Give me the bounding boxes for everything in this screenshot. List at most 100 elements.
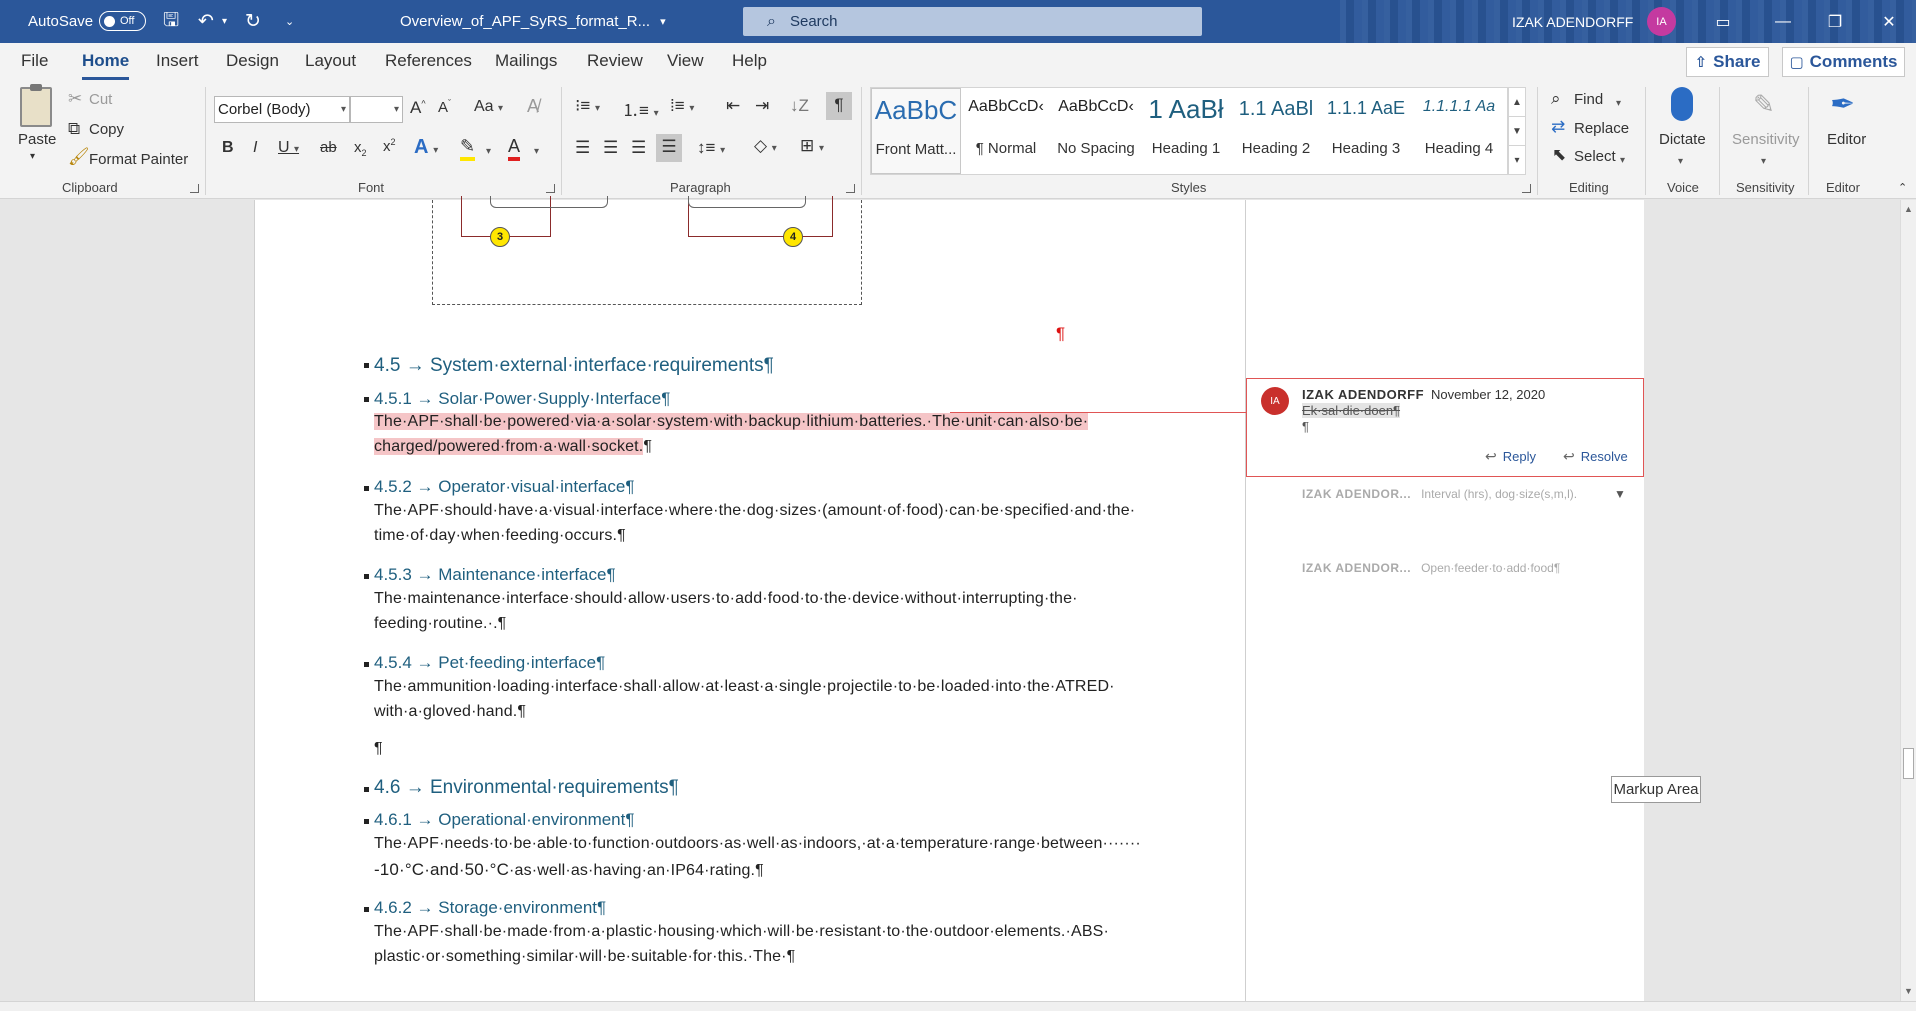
heading-4-6-1[interactable]: 4.6.1 → Operational·environment¶ bbox=[374, 810, 635, 830]
select-button[interactable]: Select bbox=[1574, 148, 1616, 165]
markup-area[interactable] bbox=[1246, 200, 1644, 1001]
clear-formatting-icon[interactable]: A̸ bbox=[527, 96, 539, 117]
resolve-button[interactable]: ↩ Resolve bbox=[1563, 448, 1628, 465]
tab-insert[interactable]: Insert bbox=[156, 51, 199, 71]
superscript-icon[interactable]: x2 bbox=[383, 137, 396, 155]
subscript-icon[interactable]: x2 bbox=[354, 139, 367, 158]
numbering-icon[interactable]: ⒈≡ ▾ bbox=[622, 96, 659, 121]
chevron-down-icon[interactable]: ▾ bbox=[534, 141, 539, 158]
bold-icon[interactable]: B bbox=[222, 139, 234, 157]
heading-4-6[interactable]: 4.6 → Environmental·requirements¶ bbox=[374, 777, 679, 799]
share-button[interactable]: ⇧ Share bbox=[1686, 47, 1769, 77]
line-spacing-icon[interactable]: ↕≡ ▾ bbox=[697, 138, 725, 158]
paragraph-line[interactable]: The·APF·shall·be·made·from·a·plastic·hou… bbox=[374, 923, 1109, 941]
chevron-down-icon[interactable]: ▾ bbox=[1616, 93, 1621, 110]
format-painter-button[interactable]: Format Painter bbox=[89, 151, 188, 168]
paragraph-line[interactable]: The·APF·shall·be·powered·via·a·solar·sys… bbox=[374, 413, 1089, 431]
copy-button[interactable]: Copy bbox=[89, 121, 124, 138]
style-normal[interactable]: AaBbCcD‹ ¶ Normal bbox=[961, 88, 1051, 174]
minimize-icon[interactable]: — bbox=[1760, 0, 1806, 43]
heading-4-5-2[interactable]: 4.5.2 → Operator·visual·interface¶ bbox=[374, 477, 634, 497]
shading-icon[interactable]: ◇ ▾ bbox=[754, 136, 777, 156]
paragraph-line[interactable]: charged/powered·from·a·wall·socket.¶ bbox=[374, 438, 652, 456]
font-launcher-icon[interactable] bbox=[546, 184, 555, 193]
tab-help[interactable]: Help bbox=[732, 51, 767, 71]
expand-comment-icon[interactable]: ▼ bbox=[1614, 487, 1626, 501]
heading-4-5-1[interactable]: 4.5.1 → Solar·Power·Supply·Interface¶ bbox=[374, 389, 670, 409]
paragraph-line[interactable]: The·APF·should·have·a·visual·interface·w… bbox=[374, 502, 1135, 520]
styles-gallery-scroll[interactable]: ▲ ▼ ▾ bbox=[1508, 87, 1526, 175]
scroll-down-icon[interactable]: ▼ bbox=[1509, 117, 1525, 146]
replace-button[interactable]: Replace bbox=[1574, 120, 1629, 137]
more-styles-icon[interactable]: ▾ bbox=[1509, 146, 1525, 175]
chevron-down-icon[interactable]: ▾ bbox=[1678, 151, 1683, 168]
tab-view[interactable]: View bbox=[667, 51, 704, 71]
sensitivity-button[interactable]: Sensitivity bbox=[1732, 131, 1800, 148]
paragraph-line[interactable]: time·of·day·when·feeding·occurs.¶ bbox=[374, 527, 626, 545]
reply-button[interactable]: ↩ Reply bbox=[1485, 448, 1536, 465]
editor-button[interactable]: Editor bbox=[1827, 131, 1866, 148]
style-heading-2[interactable]: 1.1 AaBl Heading 2 bbox=[1231, 88, 1321, 174]
chevron-down-icon[interactable]: ▾ bbox=[1620, 150, 1625, 167]
bullets-icon[interactable]: ⁝≡ ▾ bbox=[575, 96, 600, 116]
style-front-matter[interactable]: AaBbC Front Matt... bbox=[871, 88, 961, 174]
style-heading-3[interactable]: 1.1.1 AaE Heading 3 bbox=[1321, 88, 1411, 174]
tab-review[interactable]: Review bbox=[587, 51, 643, 71]
clipboard-launcher-icon[interactable] bbox=[190, 184, 199, 193]
dictate-button[interactable]: Dictate bbox=[1659, 131, 1706, 148]
tab-references[interactable]: References bbox=[385, 51, 472, 71]
italic-icon[interactable]: I bbox=[253, 139, 257, 157]
sort-icon[interactable]: ↓Z bbox=[790, 96, 809, 116]
paragraph-line[interactable]: The·APF·needs·to·be·able·to·function·out… bbox=[374, 835, 1141, 853]
decrease-indent-icon[interactable]: ⇤ bbox=[726, 96, 740, 116]
increase-indent-icon[interactable]: ⇥ bbox=[755, 96, 769, 116]
tab-home[interactable]: Home bbox=[82, 51, 130, 80]
comments-button[interactable]: ▢ Comments bbox=[1782, 47, 1905, 77]
align-left-icon[interactable]: ☰ bbox=[575, 138, 590, 158]
microphone-icon[interactable] bbox=[1671, 87, 1693, 121]
scrollbar-thumb[interactable] bbox=[1903, 748, 1914, 779]
style-heading-1[interactable]: 1 AaBł Heading 1 bbox=[1141, 88, 1231, 174]
cut-button[interactable]: Cut bbox=[89, 91, 112, 108]
heading-4-5-4[interactable]: 4.5.4 → Pet·feeding·interface¶ bbox=[374, 653, 605, 673]
scroll-down-icon[interactable]: ▼ bbox=[1904, 986, 1913, 996]
tab-layout[interactable]: Layout bbox=[305, 51, 356, 71]
vertical-scrollbar[interactable]: ▲ ▼ bbox=[1900, 200, 1916, 1001]
close-icon[interactable]: ✕ bbox=[1866, 0, 1912, 43]
change-case-icon[interactable]: Aa ▾ bbox=[474, 98, 503, 116]
show-formatting-marks-icon[interactable]: ¶ bbox=[826, 92, 852, 120]
chevron-down-icon[interactable]: ▾ bbox=[486, 141, 491, 158]
paragraph-line[interactable]: The·maintenance·interface·should·allow·u… bbox=[374, 590, 1078, 608]
underline-icon[interactable]: U ▾ bbox=[278, 139, 299, 157]
align-center-icon[interactable]: ☰ bbox=[603, 138, 618, 158]
borders-icon[interactable]: ⊞ ▾ bbox=[800, 136, 824, 156]
font-name-field[interactable]: Corbel (Body) ▾ bbox=[214, 96, 350, 123]
paste-icon[interactable] bbox=[20, 84, 52, 127]
style-no-spacing[interactable]: AaBbCcD‹ No Spacing bbox=[1051, 88, 1141, 174]
paste-button[interactable]: Paste bbox=[18, 131, 56, 148]
find-button[interactable]: Find bbox=[1574, 91, 1603, 108]
heading-4-5-3[interactable]: 4.5.3 → Maintenance·interface¶ bbox=[374, 565, 616, 585]
customize-toolbar-icon[interactable]: ⌄ bbox=[285, 0, 294, 43]
paragraph-line[interactable]: with·a·gloved·hand.¶ bbox=[374, 703, 526, 721]
justify-icon[interactable]: ☰ bbox=[656, 134, 682, 162]
scroll-up-icon[interactable]: ▲ bbox=[1509, 88, 1525, 117]
font-color-icon[interactable]: A bbox=[508, 136, 521, 161]
style-heading-4[interactable]: 1.1.1.1 Aa Heading 4 bbox=[1411, 88, 1507, 174]
heading-4-6-2[interactable]: 4.6.2 → Storage·environment¶ bbox=[374, 898, 606, 918]
collapsed-comment[interactable]: IZAK ADENDOR... Open·feeder·to·add·food¶ bbox=[1302, 561, 1560, 575]
multilevel-list-icon[interactable]: ⁞≡ ▾ bbox=[670, 96, 694, 116]
tab-mailings[interactable]: Mailings bbox=[495, 51, 557, 71]
paragraph-line[interactable]: feeding·routine.·.¶ bbox=[374, 615, 506, 633]
user-name[interactable]: IZAK ADENDORFF bbox=[1512, 0, 1633, 43]
tab-design[interactable]: Design bbox=[226, 51, 279, 71]
autosave-toggle[interactable]: Off bbox=[99, 11, 146, 31]
redo-icon[interactable]: ↻ bbox=[245, 0, 261, 43]
strikethrough-icon[interactable]: ab bbox=[320, 139, 337, 156]
undo-icon[interactable]: ↶ bbox=[198, 0, 214, 43]
paragraph-launcher-icon[interactable] bbox=[846, 184, 855, 193]
collapse-ribbon-icon[interactable]: ⌃ bbox=[1898, 181, 1907, 194]
search-input[interactable]: ⌕ Search bbox=[743, 7, 1202, 36]
paste-dropdown-icon[interactable]: ▾ bbox=[30, 151, 35, 162]
heading-4-5[interactable]: 4.5 → System·external·interface·requirem… bbox=[374, 355, 774, 377]
